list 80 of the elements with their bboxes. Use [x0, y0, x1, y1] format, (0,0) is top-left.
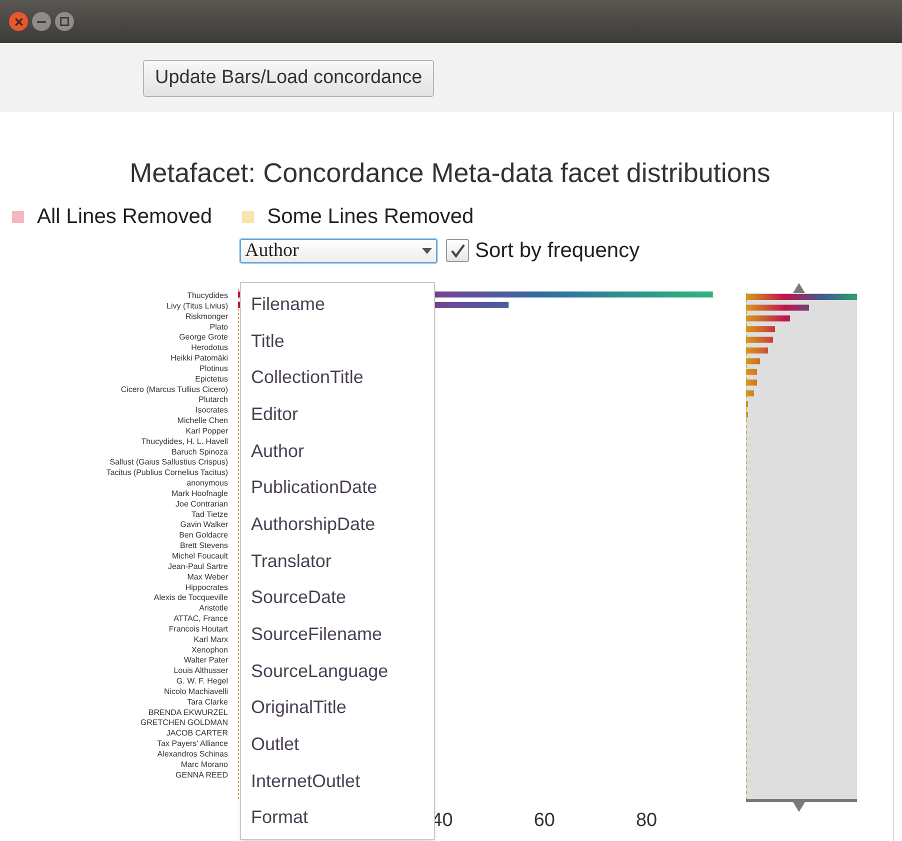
- category-label: Tacitus (Publius Cornelius Tacitus): [106, 468, 228, 478]
- category-label: BRENDA EKWURZEL: [148, 708, 228, 717]
- category-label: GENNA REED: [176, 770, 228, 780]
- category-label: Livy (Titus Livius): [166, 301, 228, 310]
- category-label: Karl Popper: [186, 426, 228, 436]
- category-label: Tara Clarke: [187, 697, 228, 706]
- category-label: anonymous: [186, 478, 228, 488]
- dropdown-option[interactable]: AuthorshipDate: [241, 506, 434, 543]
- dropdown-option[interactable]: SourceDate: [241, 580, 434, 616]
- category-label: Brett Stevens: [180, 541, 228, 550]
- category-label: Heikki Patomäki: [170, 354, 228, 363]
- category-label: G. W. F. Hegel: [176, 676, 228, 686]
- category-label: Thucydides: [187, 291, 228, 300]
- category-label: Sallust (Gaius Sallustius Crispus): [110, 458, 228, 467]
- facet-dropdown[interactable]: Author: [240, 238, 437, 263]
- checkbox[interactable]: [446, 239, 469, 262]
- close-icon: [14, 18, 22, 26]
- category-label: Plutarch: [198, 395, 228, 404]
- checkmark-icon: [450, 242, 466, 259]
- category-label: Plotinus: [200, 364, 228, 373]
- category-label: Hippocrates: [185, 582, 228, 592]
- tick-label: 60: [534, 810, 555, 831]
- category-label: Isocrates: [196, 406, 228, 415]
- category-label: Michelle Chen: [177, 416, 228, 426]
- category-label: George Grote: [179, 332, 228, 342]
- dropdown-option[interactable]: PublicationDate: [241, 469, 434, 506]
- dropdown-option[interactable]: CollectionTitle: [241, 359, 434, 396]
- category-label: Francois Houtart: [168, 624, 228, 634]
- category-label: Ben Goldacre: [179, 530, 228, 540]
- category-label: Thucydides, H. L. Havell: [141, 436, 228, 446]
- category-label: Marc Morano: [180, 760, 228, 769]
- category-label: Karl Marx: [194, 634, 228, 644]
- category-label: Riskmonger: [185, 312, 228, 321]
- caret-icon: [422, 248, 432, 254]
- legend-label: Some Lines Removed: [267, 204, 474, 230]
- category-label: Tad Tietze: [192, 510, 228, 519]
- category-label: Jean-Paul Sartre: [168, 562, 228, 571]
- category-label: Aristotle: [199, 604, 228, 613]
- close-button[interactable]: [9, 12, 28, 31]
- category-label: JACOB CARTER: [166, 728, 228, 738]
- minimize-icon: [37, 20, 46, 22]
- category-label: Alexis de Tocqueville: [154, 593, 228, 602]
- category-label: Alexandros Schinas: [157, 749, 228, 758]
- tick-label: 80: [636, 810, 658, 831]
- category-label: Herodotus: [191, 343, 228, 352]
- category-label: Cicero (Marcus Tullius Cicero): [120, 384, 228, 394]
- dropdown-option[interactable]: Author: [241, 432, 434, 470]
- maximize-button[interactable]: [55, 12, 74, 31]
- category-label: Gavin Walker: [180, 520, 228, 530]
- chart-heading: Metafacet: Concordance Meta-data facet distributions: [128, 157, 772, 189]
- category-label: Nicolo Machiavelli: [164, 686, 228, 696]
- dropdown-option[interactable]: SourceLanguage: [241, 652, 434, 690]
- dropdown-option[interactable]: Filename: [241, 286, 434, 323]
- dropdown-option[interactable]: OriginalTitle: [241, 690, 434, 726]
- category-label: Joe Contrarian: [176, 499, 228, 508]
- checkbox-label: Sort by frequency: [475, 238, 640, 264]
- category-label: Epictetus: [195, 374, 228, 384]
- dropdown-option[interactable]: Editor: [241, 396, 434, 433]
- dropdown-option[interactable]: InternetOutlet: [241, 762, 434, 800]
- category-label: GRETCHEN GOLDMAN: [140, 718, 228, 728]
- category-label: Plato: [210, 322, 228, 332]
- category-label: Louis Althusser: [174, 666, 228, 676]
- dropdown-option[interactable]: SourceFilename: [241, 616, 434, 653]
- category-label: Xenophon: [192, 645, 228, 654]
- category-label: Walter Pater: [184, 656, 228, 665]
- dropdown-option[interactable]: Title: [241, 322, 434, 360]
- dropdown-option[interactable]: Format: [241, 800, 434, 836]
- overview-scrollbar[interactable]: [746, 283, 857, 812]
- category-label: Max Weber: [187, 572, 228, 582]
- category-label: Michel Foucault: [172, 552, 228, 560]
- update-button[interactable]: Update Bars/Load concordance: [143, 60, 434, 97]
- dropdown-option[interactable]: Outlet: [241, 726, 434, 763]
- dropdown-option[interactable]: Translator: [241, 542, 434, 580]
- maximize-icon: [60, 17, 69, 26]
- category-label: ATTAC, France: [174, 614, 228, 624]
- legend-label: All Lines Removed: [37, 204, 212, 230]
- category-label: Mark Hoofnagle: [172, 488, 228, 498]
- minimize-button[interactable]: [32, 12, 51, 31]
- category-label: Tax Payers' Alliance: [157, 739, 228, 748]
- category-label: Baruch Spinoza: [172, 447, 228, 456]
